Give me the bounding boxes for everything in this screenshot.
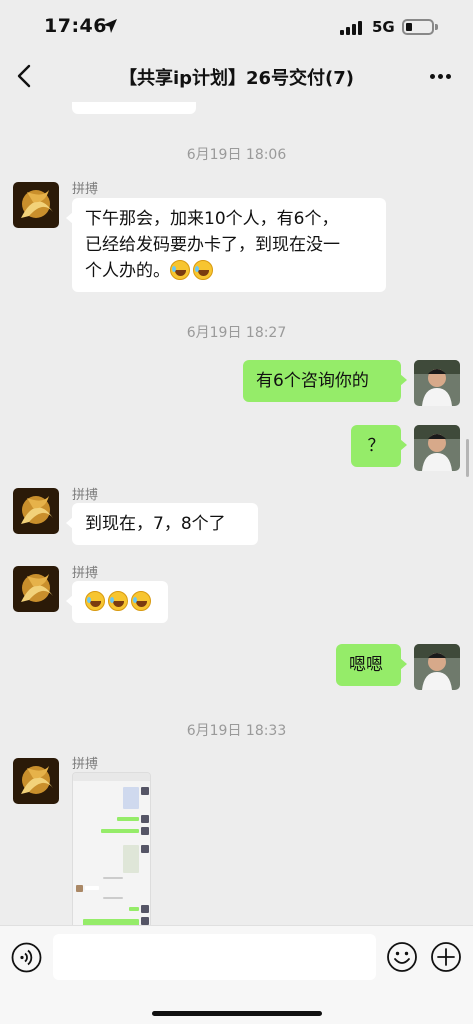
avatar[interactable] xyxy=(13,488,59,534)
status-bar: 17:46 5G xyxy=(0,0,473,50)
plus-icon[interactable] xyxy=(430,941,462,973)
laughing-tears-emoji-icon xyxy=(85,591,105,611)
status-time: 17:46 xyxy=(44,15,107,37)
home-indicator xyxy=(152,1011,322,1016)
chevron-left-icon[interactable] xyxy=(12,62,38,90)
chat-title: 【共享ip计划】26号交付(7) xyxy=(118,68,355,89)
sender-name: 拼搏 xyxy=(72,757,99,772)
message-bubble[interactable]: 下午那会，加来10个人，有6个， 已经给发码要办卡了，到现在没一 个人办的。 xyxy=(66,198,386,292)
avatar[interactable] xyxy=(13,182,59,228)
input-bar xyxy=(0,925,473,1024)
laughing-tears-emoji-icon xyxy=(108,591,128,611)
chat-screenshot-image[interactable] xyxy=(72,772,151,925)
sender-name: 拼搏 xyxy=(72,182,99,197)
message-text: ？ xyxy=(367,436,385,456)
avatar[interactable] xyxy=(13,758,59,804)
message-text-line: 个人办的。 xyxy=(85,258,373,284)
laughing-tears-emoji-icon xyxy=(193,260,213,280)
avatar[interactable] xyxy=(414,360,460,406)
message-bubble[interactable]: 到现在，7，8个了 xyxy=(66,503,258,545)
laughing-tears-emoji-icon xyxy=(170,260,190,280)
avatar[interactable] xyxy=(414,644,460,690)
voice-icon[interactable] xyxy=(11,942,42,973)
emoji-icon[interactable] xyxy=(386,941,418,973)
location-arrow-icon xyxy=(103,19,117,33)
message-bubble[interactable]: ？ xyxy=(351,425,407,467)
message-timestamp: 6月19日 18:33 xyxy=(186,723,287,739)
cellular-signal-icon xyxy=(340,21,364,35)
network-type: 5G xyxy=(372,18,395,36)
message-text: 到现在，7，8个了 xyxy=(85,514,226,534)
message-bubble[interactable] xyxy=(66,581,168,623)
message-timestamp: 6月19日 18:06 xyxy=(186,147,287,163)
message-timestamp: 6月19日 18:27 xyxy=(186,325,287,341)
avatar[interactable] xyxy=(414,425,460,471)
chat-header: 【共享ip计划】26号交付(7) xyxy=(0,50,473,102)
scrollbar[interactable] xyxy=(466,439,469,477)
message-input[interactable] xyxy=(53,934,376,980)
message-bubble[interactable]: 有6个咨询你的 xyxy=(243,360,407,402)
battery-icon xyxy=(402,19,438,35)
sender-name: 拼搏 xyxy=(72,488,99,503)
message-text: 有6个咨询你的 xyxy=(256,371,369,391)
message-text-line: 下午那会，加来10个人，有6个， xyxy=(85,209,339,229)
more-dots-icon[interactable] xyxy=(428,68,454,84)
message-list[interactable]: 6月19日 18:06 拼搏 下午那会，加来10个人，有6个， 已经给发码要办卡… xyxy=(0,102,473,925)
message-bubble-partial xyxy=(72,102,196,114)
message-text: 嗯嗯 xyxy=(349,655,383,675)
message-text-line: 已经给发码要办卡了，到现在没一 xyxy=(85,235,340,255)
avatar[interactable] xyxy=(13,566,59,612)
laughing-tears-emoji-icon xyxy=(131,591,151,611)
message-bubble[interactable]: 嗯嗯 xyxy=(336,644,407,686)
sender-name: 拼搏 xyxy=(72,566,99,581)
